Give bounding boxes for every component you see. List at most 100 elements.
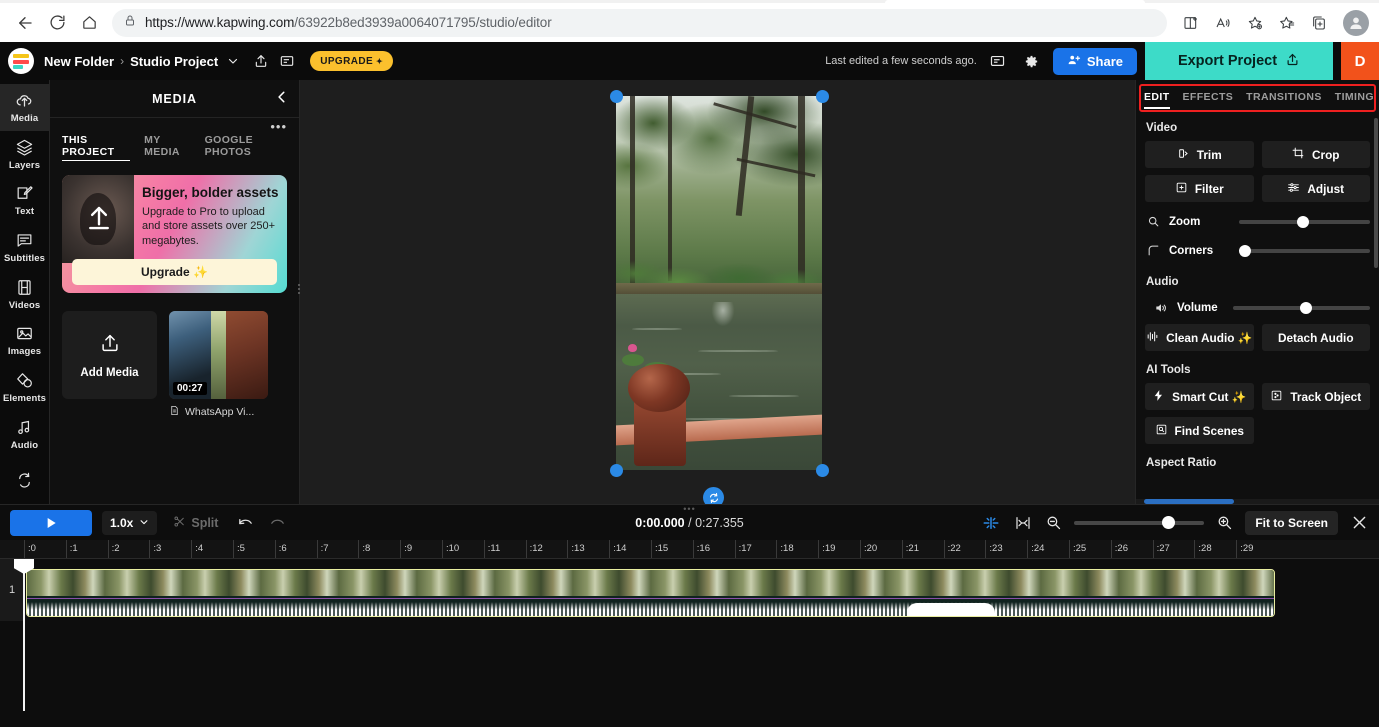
video-film-icon <box>15 278 34 297</box>
play-button[interactable] <box>10 509 92 536</box>
sidebar-item-images[interactable]: Images <box>0 317 49 364</box>
back-arrow-icon[interactable] <box>10 8 40 38</box>
smart-cut-button[interactable]: Smart Cut ✨ <box>1145 383 1254 410</box>
tab-google-photos[interactable]: GOOGLE PHOTOS <box>205 134 287 161</box>
crop-button[interactable]: Crop <box>1261 141 1370 168</box>
sidebar-item-layers[interactable]: Layers <box>0 131 49 178</box>
sidebar-item-label: Media <box>10 112 39 124</box>
detach-audio-button[interactable]: Detach Audio <box>1261 324 1370 351</box>
volume-slider-row: Volume <box>1136 295 1379 320</box>
properties-panel: EDIT EFFECTS TRANSITIONS TIMING Video Tr… <box>1135 80 1379 504</box>
timeline-ruler[interactable]: :0:1:2:3:4:5:6:7:8:9:10:11:12:13:14:15:1… <box>0 540 1379 559</box>
zoom-out-icon[interactable] <box>1045 514 1062 531</box>
chevron-down-icon[interactable] <box>224 48 242 74</box>
timeline-track-area[interactable]: 1 <box>0 559 1379 711</box>
media-panel-header: MEDIA <box>50 80 299 118</box>
sidebar-item-media[interactable]: Media <box>0 84 49 131</box>
kapwing-logo-icon[interactable] <box>8 48 34 74</box>
chevron-left-icon[interactable] <box>275 90 289 109</box>
trim-button[interactable]: Trim <box>1145 141 1254 168</box>
address-bar[interactable]: https://www.kapwing.com/63922b8ed3939a00… <box>112 8 1167 37</box>
snap-magnet-icon[interactable] <box>981 514 1001 532</box>
volume-slider[interactable] <box>1233 301 1370 314</box>
zoom-in-icon[interactable] <box>1216 514 1233 531</box>
fit-to-screen-button[interactable]: Fit to Screen <box>1245 510 1338 535</box>
media-thumbnail[interactable]: 00:27 <box>169 311 268 399</box>
timeline-playhead[interactable] <box>14 559 34 711</box>
favorites-icon[interactable] <box>1273 9 1301 37</box>
drag-grip-icon[interactable]: ••• <box>683 505 695 514</box>
promo-description: Upgrade to Pro to upload and store asset… <box>142 205 275 247</box>
breadcrumb-folder[interactable]: New Folder <box>44 54 114 69</box>
tab-timing[interactable]: TIMING <box>1335 91 1374 109</box>
browser-chrome: https://www.kapwing.com/63922b8ed3939a00… <box>0 0 1379 42</box>
sidebar-item-subtitles[interactable]: Subtitles <box>0 224 49 271</box>
undo-icon[interactable] <box>234 514 256 531</box>
zoom-slider[interactable] <box>1239 215 1370 228</box>
more-dots-icon[interactable]: ••• <box>270 120 287 133</box>
timeline-zoom-slider[interactable] <box>1074 515 1205 529</box>
home-icon[interactable] <box>74 8 104 38</box>
share-button[interactable]: Share <box>1052 47 1137 75</box>
split-screen-icon[interactable] <box>1177 9 1205 37</box>
selection-handle-bottom-left[interactable] <box>610 464 623 477</box>
upgrade-promo-card[interactable]: Bigger, bolder assets Upgrade to Pro to … <box>62 175 287 293</box>
upgrade-button[interactable]: UPGRADE ✦ <box>310 51 394 71</box>
corners-slider[interactable] <box>1239 244 1370 257</box>
find-scenes-button[interactable]: Find Scenes <box>1145 417 1254 444</box>
ruler-tick: :1 <box>65 540 78 558</box>
selection-handle-top-right[interactable] <box>816 90 829 103</box>
share-upload-icon[interactable] <box>248 48 274 74</box>
ruler-tick: :23 <box>985 540 1003 558</box>
sidebar-item-label: Elements <box>2 392 47 404</box>
timeline-clip[interactable] <box>26 569 1275 617</box>
tab-effects[interactable]: EFFECTS <box>1183 91 1234 109</box>
filter-button[interactable]: Filter <box>1145 175 1254 202</box>
fit-selection-icon[interactable] <box>1013 515 1033 531</box>
close-icon[interactable] <box>1350 513 1369 532</box>
track-object-button[interactable]: Track Object <box>1261 383 1370 410</box>
breadcrumb-project[interactable]: Studio Project <box>130 54 218 69</box>
ruler-tick-label: :25 <box>1073 543 1087 554</box>
video-canvas[interactable] <box>300 80 1135 508</box>
sidebar-item-audio[interactable]: Audio <box>0 411 49 458</box>
export-project-button[interactable]: Export Project <box>1145 42 1333 80</box>
video-preview-frame[interactable] <box>616 96 822 470</box>
add-favorite-icon[interactable] <box>1241 9 1269 37</box>
tab-transitions[interactable]: TRANSITIONS <box>1246 91 1322 109</box>
share-person-icon <box>1067 53 1081 70</box>
notes-icon[interactable] <box>274 48 300 74</box>
ruler-tick: :24 <box>1027 540 1044 558</box>
find-scenes-icon <box>1155 423 1168 439</box>
split-button[interactable]: Split <box>167 515 224 531</box>
reload-icon[interactable] <box>42 8 72 38</box>
sidebar-item-text[interactable]: Text <box>0 177 49 224</box>
comment-icon[interactable] <box>985 48 1011 74</box>
promo-upgrade-button[interactable]: Upgrade ✨ <box>72 259 277 285</box>
subtitles-icon <box>15 231 34 250</box>
sidebar-item-loop[interactable] <box>0 457 49 504</box>
profile-avatar[interactable] <box>1343 9 1369 36</box>
ruler-tick-label: :4 <box>195 543 204 554</box>
tab-this-project[interactable]: THIS PROJECT <box>62 134 131 161</box>
sidebar-item-videos[interactable]: Videos <box>0 271 49 318</box>
adjust-button[interactable]: Adjust <box>1261 175 1370 202</box>
gear-icon[interactable] <box>1019 48 1045 74</box>
media-asset-item[interactable]: 00:27 WhatsApp Vi... <box>169 311 268 419</box>
selection-handle-bottom-right[interactable] <box>816 464 829 477</box>
read-aloud-icon[interactable] <box>1209 9 1237 37</box>
properties-scrollbar[interactable] <box>1374 118 1378 268</box>
playback-speed-select[interactable]: 1.0x <box>102 510 158 535</box>
redo-icon[interactable] <box>266 514 288 531</box>
add-media-button[interactable]: Add Media <box>62 311 157 399</box>
active-tab[interactable] <box>885 0 1145 3</box>
sidebar-item-elements[interactable]: Elements <box>0 364 49 411</box>
tab-my-media[interactable]: MY MEDIA <box>144 134 191 161</box>
selection-handle-top-left[interactable] <box>610 90 623 103</box>
user-avatar[interactable]: D <box>1341 42 1379 80</box>
video-button-row-2: Filter Adjust <box>1136 175 1379 202</box>
clean-audio-button[interactable]: Clean Audio ✨ <box>1145 324 1254 351</box>
collections-icon[interactable] <box>1305 9 1333 37</box>
app-header: New Folder › Studio Project UPGRADE ✦ La… <box>0 42 1379 80</box>
tab-edit[interactable]: EDIT <box>1144 91 1170 109</box>
